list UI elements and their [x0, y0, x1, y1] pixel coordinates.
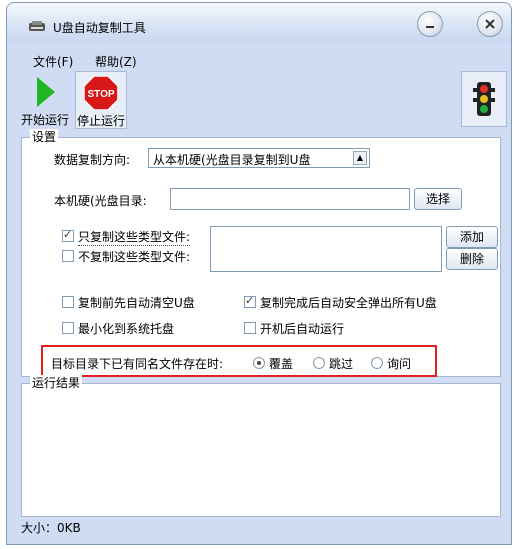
- traffic-light-button[interactable]: [461, 71, 507, 127]
- direction-value: 从本机硬(光盘目录复制到U盘: [153, 153, 311, 167]
- autostart-label: 开机后自动运行: [260, 322, 345, 336]
- size-status: 大小：0KB: [21, 521, 81, 535]
- result-group-title: 运行结果: [30, 375, 83, 391]
- direction-label: 数据复制方向:: [54, 153, 131, 167]
- toolbar: 开始运行 STOP 停止运行: [15, 71, 507, 131]
- title-bar[interactable]: U盘自动复制工具: [7, 3, 511, 43]
- autostart-checkbox[interactable]: [244, 322, 256, 334]
- add-button[interactable]: 添加: [446, 226, 498, 248]
- settings-group-title: 设置: [30, 129, 59, 145]
- status-bar: 大小：0KB: [21, 519, 501, 539]
- radio-ask-label: 询问: [387, 357, 412, 371]
- menu-help[interactable]: 帮助(Z): [95, 53, 137, 70]
- radio-ask[interactable]: [371, 357, 383, 369]
- stop-sign-text: STOP: [87, 89, 114, 100]
- source-dir-input[interactable]: [170, 188, 410, 210]
- delete-button[interactable]: 删除: [446, 248, 498, 270]
- stop-label: 停止运行: [76, 114, 125, 128]
- radio-skip-label: 跳过: [329, 357, 354, 371]
- direction-select[interactable]: 从本机硬(光盘目录复制到U盘 ▲: [148, 148, 370, 168]
- radio-skip[interactable]: [313, 357, 325, 369]
- eject-after-checkbox[interactable]: [244, 294, 256, 308]
- result-log: [26, 394, 496, 512]
- result-group[interactable]: 运行结果: [21, 375, 501, 517]
- close-icon: [485, 19, 495, 29]
- only-copy-label: 只复制这些类型文件:: [78, 230, 191, 246]
- menu-bar: 文件(F) 帮助(Z): [15, 51, 505, 69]
- radio-overwrite-label: 覆盖: [269, 357, 294, 371]
- window-title: U盘自动复制工具: [53, 21, 146, 35]
- dropdown-arrow-icon[interactable]: ▲: [353, 151, 367, 165]
- clear-before-checkbox[interactable]: [62, 296, 74, 308]
- settings-group: 设置 数据复制方向: 从本机硬(光盘目录复制到U盘 ▲ 本机硬(光盘目录: 选择…: [21, 129, 501, 377]
- start-label: 开始运行: [20, 113, 69, 127]
- stop-sign-icon: STOP: [84, 76, 118, 110]
- traffic-light-icon: [473, 82, 495, 116]
- minimize-tray-checkbox[interactable]: [62, 322, 74, 334]
- minimize-tray-label: 最小化到系统托盘: [78, 322, 175, 336]
- no-copy-checkbox[interactable]: [62, 250, 74, 262]
- minimize-icon: [426, 26, 434, 28]
- conflict-label: 目标目录下已有同名文件存在时:: [51, 357, 224, 371]
- eject-after-label: 复制完成后自动安全弹出所有U盘: [260, 296, 437, 310]
- only-copy-checkbox[interactable]: [62, 228, 74, 242]
- browse-button[interactable]: 选择: [414, 188, 462, 210]
- play-icon: [37, 77, 55, 107]
- usb-drive-icon: [29, 21, 45, 31]
- minimize-button[interactable]: [417, 11, 443, 37]
- app-window: U盘自动复制工具 文件(F) 帮助(Z) 开始运行 STOP 停止运行 设置 数…: [6, 2, 512, 545]
- stop-button[interactable]: STOP 停止运行: [75, 71, 127, 129]
- clear-before-label: 复制前先自动清空U盘: [78, 296, 195, 310]
- start-button[interactable]: 开始运行: [19, 71, 71, 129]
- menu-file[interactable]: 文件(F): [33, 53, 73, 70]
- radio-overwrite[interactable]: [253, 357, 265, 369]
- close-button[interactable]: [477, 11, 503, 37]
- file-types-list[interactable]: [210, 226, 442, 272]
- source-dir-label: 本机硬(光盘目录:: [54, 194, 147, 208]
- no-copy-label: 不复制这些类型文件:: [78, 250, 191, 264]
